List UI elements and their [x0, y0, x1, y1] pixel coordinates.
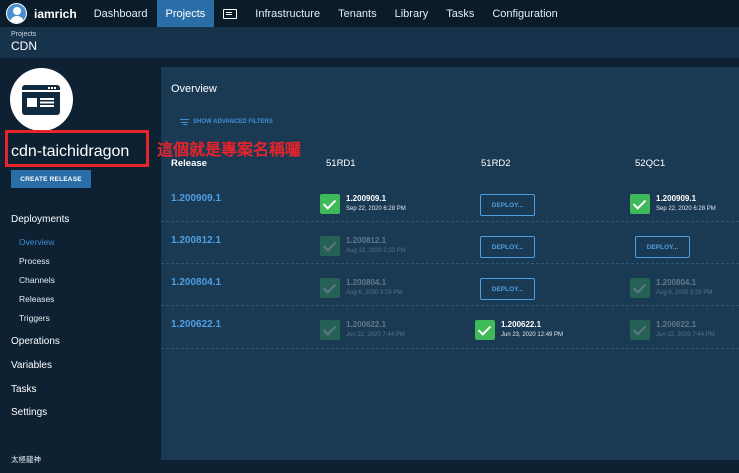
browser-window-icon: [22, 85, 60, 115]
deployment-status-cell[interactable]: 1.200812.1 Aug 12, 2020 2:32 PM: [320, 236, 406, 256]
project-logo: [10, 68, 73, 131]
row-divider: [161, 348, 739, 349]
release-row: 1.200804.1 1.200804.1 Aug 6, 2020 3:29 PM D…: [161, 264, 739, 306]
user-avatar-icon: [6, 3, 27, 24]
breadcrumb-parent[interactable]: Projects: [11, 30, 739, 39]
sidebar-item-channels[interactable]: Channels: [19, 275, 55, 285]
release-version-link[interactable]: 1.200622.1: [171, 319, 221, 330]
nav-infrastructure[interactable]: Infrastructure: [246, 0, 329, 27]
nav-dashboard[interactable]: Dashboard: [85, 0, 157, 27]
deploy-button[interactable]: DEPLOY...: [635, 236, 690, 258]
sidebar-settings[interactable]: Settings: [11, 407, 47, 418]
top-nav: iamrich Dashboard Projects Infrastructur…: [0, 0, 739, 27]
deployment-info: 1.200804.1 Aug 6, 2020 3:29 PM: [656, 278, 712, 298]
deployment-version: 1.200804.1: [346, 278, 387, 287]
sidebar-item-overview[interactable]: Overview: [19, 237, 54, 247]
release-version-link[interactable]: 1.200804.1: [171, 277, 221, 288]
sidebar-tasks[interactable]: Tasks: [11, 384, 37, 395]
deployment-status-cell[interactable]: 1.200622.1 Jun 22, 2020 7:44 PM: [320, 320, 405, 340]
deployment-version: 1.200909.1: [346, 194, 387, 203]
column-header-51rd1: 51RD1: [326, 158, 356, 169]
deployment-status-cell[interactable]: 1.200622.1 Jun 23, 2020 12:49 PM: [475, 320, 563, 340]
deployment-info: 1.200622.1 Jun 22, 2020 7:44 PM: [346, 320, 405, 340]
deploy-button[interactable]: DEPLOY...: [480, 236, 535, 258]
breadcrumb: Projects CDN: [0, 27, 739, 58]
deployment-date: Sep 22, 2020 6:28 PM: [656, 206, 716, 212]
sidebar-footer: 太極龍神: [11, 455, 41, 464]
success-check-icon: [320, 320, 340, 340]
nav-library[interactable]: Library: [386, 0, 438, 27]
deployment-info: 1.200622.1 Jun 23, 2020 12:49 PM: [501, 320, 563, 340]
deployment-version: 1.200622.1: [656, 320, 697, 329]
sidebar-item-releases[interactable]: Releases: [19, 294, 54, 304]
deployment-status-cell[interactable]: 1.200909.1 Sep 22, 2020 6:28 PM: [320, 194, 406, 214]
deploy-button[interactable]: DEPLOY...: [480, 194, 535, 216]
overview-panel: Overview SHOW ADVANCED FILTERS Release 5…: [161, 67, 739, 460]
show-advanced-filters-link[interactable]: SHOW ADVANCED FILTERS: [180, 119, 273, 125]
sidebar-item-process[interactable]: Process: [19, 256, 50, 266]
deployment-date: Aug 6, 2020 3:29 PM: [656, 290, 713, 296]
project-sidebar: cdn-taichidragon CREATE RELEASE Deployme…: [0, 58, 152, 473]
create-release-button[interactable]: CREATE RELEASE: [11, 170, 91, 188]
success-check-icon: [320, 236, 340, 256]
column-header-52qc1: 52QC1: [635, 158, 666, 169]
page-title: CDN: [11, 39, 37, 53]
deployment-info: 1.200812.1 Aug 12, 2020 2:32 PM: [346, 236, 406, 256]
deployment-status-cell[interactable]: 1.200804.1 Aug 6, 2020 3:29 PM: [320, 278, 402, 298]
column-header-51rd2: 51RD2: [481, 158, 511, 169]
user-name: iamrich: [34, 6, 77, 21]
deployment-version: 1.200909.1: [656, 194, 697, 203]
deployment-date: Jun 22, 2020 7:44 PM: [346, 332, 405, 338]
success-check-icon: [320, 278, 340, 298]
release-version-link[interactable]: 1.200909.1: [171, 193, 221, 204]
project-name: cdn-taichidragon: [11, 143, 130, 160]
success-check-icon: [320, 194, 340, 214]
user-menu[interactable]: iamrich: [0, 0, 85, 27]
nav-projects[interactable]: Projects: [156, 0, 215, 27]
sidebar-deployments[interactable]: Deployments: [11, 214, 69, 225]
filter-icon: [180, 119, 189, 125]
nav-configuration[interactable]: Configuration: [483, 0, 566, 27]
sidebar-variables[interactable]: Variables: [11, 360, 52, 371]
deployment-status-cell[interactable]: 1.200909.1 Sep 22, 2020 6:28 PM: [630, 194, 716, 214]
search-icon: [223, 8, 238, 19]
success-check-icon: [475, 320, 495, 340]
release-row: 1.200812.1 1.200812.1 Aug 12, 2020 2:32 PM…: [161, 222, 739, 264]
deployment-date: Jun 23, 2020 12:49 PM: [501, 332, 564, 338]
deployment-status-cell[interactable]: 1.200622.1 Jun 22, 2020 7:44 PM: [630, 320, 715, 340]
success-check-icon: [630, 194, 650, 214]
release-row: 1.200909.1 1.200909.1 Sep 22, 2020 6:28 PM…: [161, 180, 739, 222]
deployment-info: 1.200804.1 Aug 6, 2020 3:29 PM: [346, 278, 402, 298]
deployment-date: Jun 22, 2020 7:44 PM: [656, 332, 715, 338]
release-row: 1.200622.1 1.200622.1 Jun 22, 2020 7:44 PM…: [161, 306, 739, 349]
nav-tasks[interactable]: Tasks: [437, 0, 483, 27]
success-check-icon: [630, 320, 650, 340]
sidebar-operations[interactable]: Operations: [11, 336, 60, 347]
release-version-link[interactable]: 1.200812.1: [171, 235, 221, 246]
annotation-text: 這個就是專案名稱囉: [157, 140, 302, 159]
deployment-version: 1.200622.1: [501, 320, 542, 329]
deployment-date: Aug 6, 2020 3:29 PM: [346, 290, 403, 296]
deployment-status-cell[interactable]: 1.200804.1 Aug 6, 2020 3:29 PM: [630, 278, 712, 298]
deploy-button[interactable]: DEPLOY...: [480, 278, 535, 300]
filters-label: SHOW ADVANCED FILTERS: [193, 119, 273, 125]
deployment-date: Sep 22, 2020 6:28 PM: [346, 206, 406, 212]
sidebar-item-triggers[interactable]: Triggers: [19, 313, 50, 323]
deployment-info: 1.200909.1 Sep 22, 2020 6:28 PM: [346, 194, 406, 214]
deployment-version: 1.200622.1: [346, 320, 387, 329]
success-check-icon: [630, 278, 650, 298]
overview-title: Overview: [171, 83, 217, 95]
deployment-date: Aug 12, 2020 2:32 PM: [346, 248, 406, 254]
deployment-info: 1.200909.1 Sep 22, 2020 6:28 PM: [656, 194, 716, 214]
nav-tenants[interactable]: Tenants: [329, 0, 386, 27]
deployment-info: 1.200622.1 Jun 22, 2020 7:44 PM: [656, 320, 715, 340]
deployment-version: 1.200812.1: [346, 236, 387, 245]
deployment-version: 1.200804.1: [656, 278, 697, 287]
nav-search-button[interactable]: [214, 0, 246, 27]
